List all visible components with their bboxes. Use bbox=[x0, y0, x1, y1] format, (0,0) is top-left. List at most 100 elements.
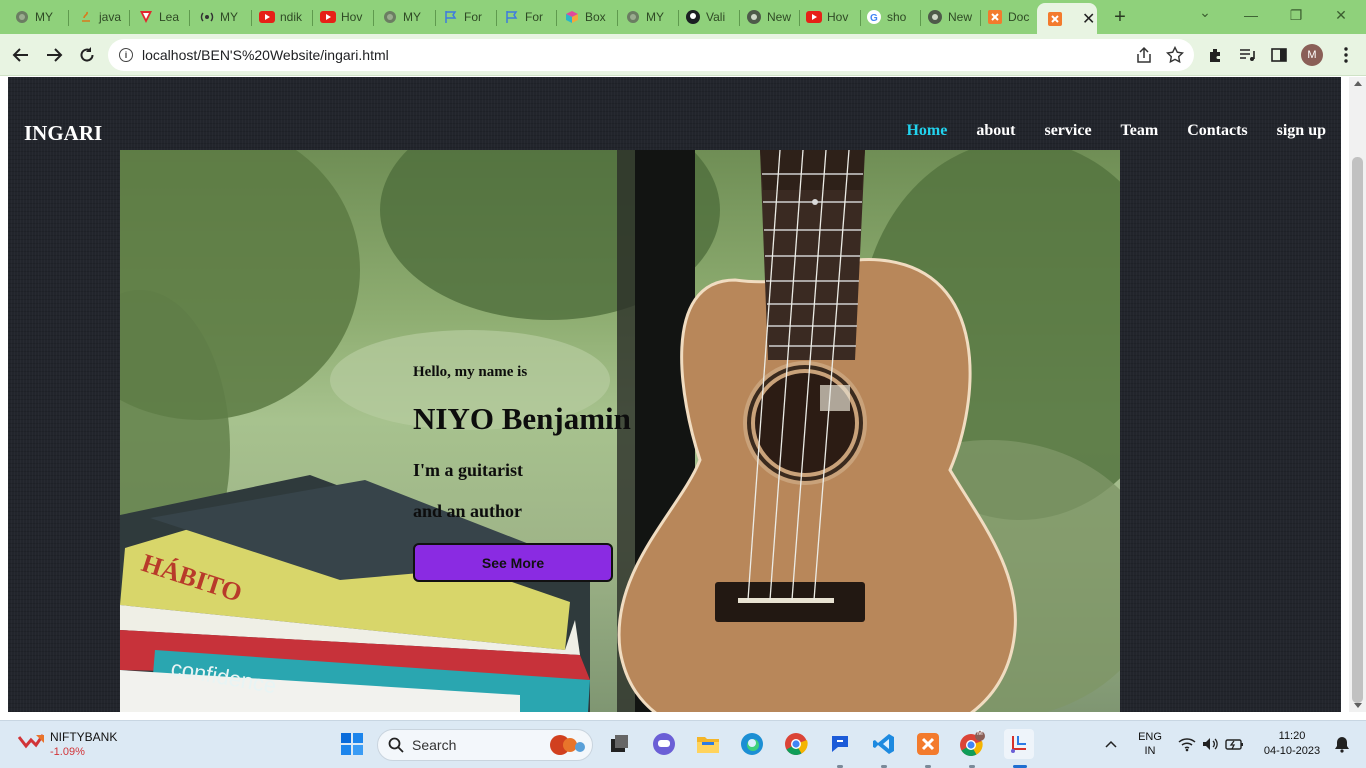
snipping-tool-icon[interactable] bbox=[1004, 729, 1034, 759]
hero-name: NIYO Benjamin bbox=[413, 401, 631, 436]
google-icon: G bbox=[866, 9, 882, 25]
red-v-icon bbox=[138, 9, 154, 25]
bookmark-star-icon[interactable] bbox=[1165, 45, 1185, 65]
search-icon bbox=[388, 737, 404, 753]
browser-tab[interactable]: MY bbox=[199, 5, 247, 29]
page-scrollbar[interactable] bbox=[1349, 77, 1366, 712]
scroll-down-icon[interactable] bbox=[1354, 703, 1362, 708]
browser-tab[interactable]: MY bbox=[625, 5, 673, 29]
hero-role-line-1: I'm a guitarist bbox=[413, 460, 523, 480]
hero-banner: HÁBITO confidence Hello, my name is NIYO… bbox=[120, 150, 1120, 712]
browser-tab[interactable]: Vali bbox=[685, 5, 733, 29]
extensions-icon[interactable] bbox=[1206, 45, 1226, 65]
stock-widget[interactable] bbox=[18, 729, 44, 751]
search-highlight-icon bbox=[550, 735, 585, 755]
active-browser-tab[interactable]: ✕ bbox=[1037, 3, 1097, 34]
youtube-icon bbox=[806, 9, 822, 25]
file-explorer-icon[interactable] bbox=[695, 731, 721, 757]
address-bar[interactable]: i localhost/BEN'S%20Website/ingari.html bbox=[108, 39, 1194, 71]
stock-chart-icon bbox=[18, 734, 44, 749]
task-view-icon[interactable] bbox=[606, 731, 632, 757]
browser-tab[interactable]: Lea bbox=[138, 5, 184, 29]
new-tab-button[interactable]: + bbox=[1110, 6, 1130, 29]
battery-icon[interactable] bbox=[1224, 731, 1246, 757]
chrome-profile-icon[interactable]: M bbox=[959, 730, 985, 757]
close-tab-icon[interactable]: ✕ bbox=[1082, 9, 1095, 29]
chrome-profile-badge: M bbox=[977, 730, 983, 737]
volume-icon[interactable] bbox=[1200, 731, 1220, 757]
hero-role-line-2: and an author bbox=[413, 501, 523, 521]
browser-tab[interactable]: Gsho bbox=[866, 5, 914, 29]
media-control-icon[interactable] bbox=[1237, 45, 1257, 65]
browser-tab[interactable]: ndik bbox=[259, 5, 307, 29]
page-viewport: INGARI Home about service Team Contacts … bbox=[0, 77, 1366, 712]
arrow-left-icon bbox=[12, 48, 28, 62]
java-icon bbox=[78, 9, 94, 25]
stock-change: -1.09% bbox=[50, 746, 85, 758]
youtube-icon bbox=[259, 9, 275, 25]
browser-tab[interactable]: java bbox=[78, 5, 124, 29]
website-page: INGARI Home about service Team Contacts … bbox=[8, 77, 1341, 712]
close-window-button[interactable]: ✕ bbox=[1326, 7, 1356, 24]
browser-tab[interactable]: Hov bbox=[806, 5, 854, 29]
browser-tab[interactable]: For bbox=[443, 5, 491, 29]
browser-tab[interactable]: For bbox=[504, 5, 550, 29]
xampp-icon[interactable] bbox=[915, 731, 941, 757]
forward-button[interactable] bbox=[42, 43, 66, 67]
minimize-button[interactable]: — bbox=[1236, 7, 1266, 23]
nav-contacts[interactable]: Contacts bbox=[1187, 122, 1247, 140]
browser-tab[interactable]: MY bbox=[14, 5, 62, 29]
scroll-up-icon[interactable] bbox=[1354, 81, 1362, 86]
nav-about[interactable]: about bbox=[976, 122, 1015, 140]
browser-tab[interactable]: New bbox=[927, 5, 975, 29]
edge-icon[interactable] bbox=[739, 731, 765, 757]
profile-avatar[interactable]: M bbox=[1301, 44, 1323, 66]
side-panel-icon[interactable] bbox=[1269, 45, 1289, 65]
windows-icon bbox=[341, 733, 363, 755]
flag-icon bbox=[504, 9, 520, 25]
nav-team[interactable]: Team bbox=[1121, 122, 1159, 140]
nav-service[interactable]: service bbox=[1044, 122, 1091, 140]
clock[interactable]: 11:20 04-10-2023 bbox=[1256, 730, 1328, 757]
vscode-icon[interactable] bbox=[871, 731, 897, 757]
reload-icon bbox=[80, 47, 94, 62]
teams-chat-icon[interactable] bbox=[651, 731, 677, 757]
hero-greeting: Hello, my name is bbox=[413, 364, 528, 380]
browser-tab[interactable]: New bbox=[746, 5, 794, 29]
scrollbar-thumb[interactable] bbox=[1352, 157, 1363, 703]
taskbar-search[interactable]: Search bbox=[377, 729, 593, 761]
kebab-menu-icon[interactable] bbox=[1336, 45, 1356, 65]
info-icon[interactable]: i bbox=[119, 48, 133, 62]
language-indicator[interactable]: ENG IN bbox=[1134, 731, 1166, 757]
notification-bell-icon[interactable] bbox=[1332, 731, 1352, 757]
nav-sign-up[interactable]: sign up bbox=[1277, 122, 1326, 140]
xampp-icon bbox=[1047, 11, 1063, 27]
chrome-icon bbox=[746, 9, 762, 25]
browser-tab-strip: MY java Lea MY ndik Hov MY For For Box M… bbox=[0, 0, 1366, 34]
tab-search-icon[interactable]: ⌄ bbox=[1190, 4, 1220, 21]
quick-assist-icon[interactable] bbox=[827, 731, 853, 757]
browser-tab[interactable]: Hov bbox=[320, 5, 368, 29]
xampp-icon bbox=[987, 9, 1003, 25]
wifi-icon[interactable] bbox=[1177, 731, 1197, 757]
chevron-up-icon[interactable] bbox=[1100, 731, 1122, 757]
share-icon[interactable] bbox=[1134, 45, 1154, 65]
browser-tab[interactable]: Doc bbox=[987, 5, 1031, 29]
flag-icon bbox=[443, 9, 459, 25]
site-logo[interactable]: INGARI bbox=[24, 121, 102, 146]
browser-tab[interactable]: MY bbox=[382, 5, 430, 29]
see-more-button[interactable]: See More bbox=[413, 543, 613, 582]
maximize-button[interactable]: ❐ bbox=[1281, 7, 1311, 24]
start-button[interactable] bbox=[339, 731, 365, 757]
chrome-icon[interactable] bbox=[783, 731, 809, 757]
back-button[interactable] bbox=[9, 43, 33, 67]
github-icon bbox=[685, 9, 701, 25]
arrow-right-icon bbox=[47, 48, 63, 62]
url-text[interactable]: localhost/BEN'S%20Website/ingari.html bbox=[142, 47, 389, 63]
browser-tab[interactable]: Box bbox=[564, 5, 612, 29]
svg-text:G: G bbox=[870, 13, 878, 24]
reload-button[interactable] bbox=[75, 43, 99, 67]
browser-toolbar: i localhost/BEN'S%20Website/ingari.html bbox=[0, 34, 1366, 76]
nav-home[interactable]: Home bbox=[906, 122, 947, 140]
stock-name: NIFTYBANK bbox=[50, 730, 118, 744]
